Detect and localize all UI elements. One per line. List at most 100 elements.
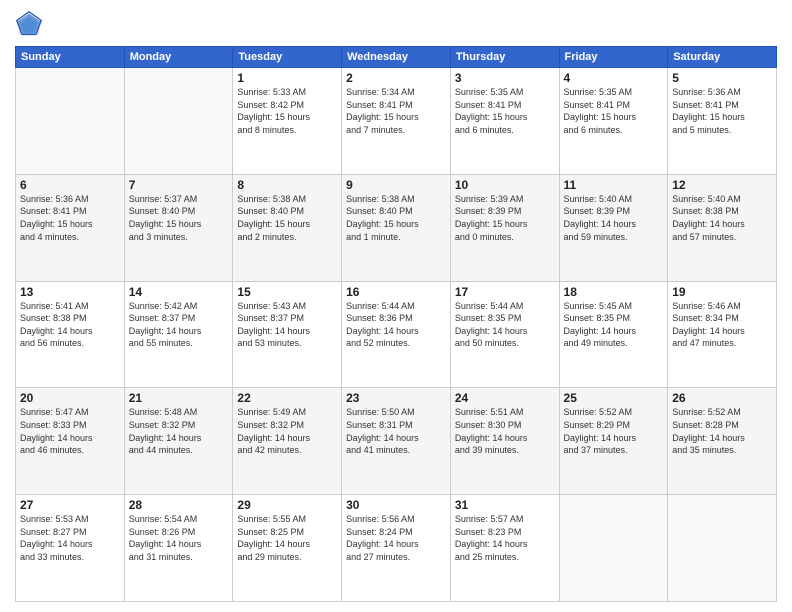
day-number: 25 bbox=[564, 391, 664, 405]
day-info: Sunrise: 5:53 AM Sunset: 8:27 PM Dayligh… bbox=[20, 513, 120, 563]
day-info: Sunrise: 5:45 AM Sunset: 8:35 PM Dayligh… bbox=[564, 300, 664, 350]
day-number: 7 bbox=[129, 178, 229, 192]
day-number: 1 bbox=[237, 71, 337, 85]
calendar-day-cell: 19Sunrise: 5:46 AM Sunset: 8:34 PM Dayli… bbox=[668, 281, 777, 388]
day-number: 15 bbox=[237, 285, 337, 299]
day-number: 11 bbox=[564, 178, 664, 192]
day-number: 10 bbox=[455, 178, 555, 192]
calendar-day-cell: 31Sunrise: 5:57 AM Sunset: 8:23 PM Dayli… bbox=[450, 495, 559, 602]
calendar-day-cell: 14Sunrise: 5:42 AM Sunset: 8:37 PM Dayli… bbox=[124, 281, 233, 388]
calendar-day-cell: 11Sunrise: 5:40 AM Sunset: 8:39 PM Dayli… bbox=[559, 174, 668, 281]
weekday-header-friday: Friday bbox=[559, 47, 668, 68]
day-info: Sunrise: 5:52 AM Sunset: 8:28 PM Dayligh… bbox=[672, 406, 772, 456]
day-number: 6 bbox=[20, 178, 120, 192]
weekday-header-saturday: Saturday bbox=[668, 47, 777, 68]
day-number: 13 bbox=[20, 285, 120, 299]
weekday-header-sunday: Sunday bbox=[16, 47, 125, 68]
day-info: Sunrise: 5:34 AM Sunset: 8:41 PM Dayligh… bbox=[346, 86, 446, 136]
day-number: 19 bbox=[672, 285, 772, 299]
day-info: Sunrise: 5:54 AM Sunset: 8:26 PM Dayligh… bbox=[129, 513, 229, 563]
calendar-week-row: 1Sunrise: 5:33 AM Sunset: 8:42 PM Daylig… bbox=[16, 68, 777, 175]
calendar-day-cell: 16Sunrise: 5:44 AM Sunset: 8:36 PM Dayli… bbox=[342, 281, 451, 388]
calendar-day-cell: 3Sunrise: 5:35 AM Sunset: 8:41 PM Daylig… bbox=[450, 68, 559, 175]
calendar-day-cell: 9Sunrise: 5:38 AM Sunset: 8:40 PM Daylig… bbox=[342, 174, 451, 281]
calendar-day-cell bbox=[16, 68, 125, 175]
calendar-day-cell: 12Sunrise: 5:40 AM Sunset: 8:38 PM Dayli… bbox=[668, 174, 777, 281]
day-info: Sunrise: 5:40 AM Sunset: 8:39 PM Dayligh… bbox=[564, 193, 664, 243]
day-number: 2 bbox=[346, 71, 446, 85]
day-number: 4 bbox=[564, 71, 664, 85]
calendar-day-cell: 27Sunrise: 5:53 AM Sunset: 8:27 PM Dayli… bbox=[16, 495, 125, 602]
calendar-day-cell bbox=[124, 68, 233, 175]
day-number: 24 bbox=[455, 391, 555, 405]
weekday-header-wednesday: Wednesday bbox=[342, 47, 451, 68]
day-info: Sunrise: 5:51 AM Sunset: 8:30 PM Dayligh… bbox=[455, 406, 555, 456]
day-info: Sunrise: 5:35 AM Sunset: 8:41 PM Dayligh… bbox=[455, 86, 555, 136]
day-number: 28 bbox=[129, 498, 229, 512]
calendar-day-cell: 21Sunrise: 5:48 AM Sunset: 8:32 PM Dayli… bbox=[124, 388, 233, 495]
weekday-header-thursday: Thursday bbox=[450, 47, 559, 68]
day-number: 31 bbox=[455, 498, 555, 512]
day-info: Sunrise: 5:35 AM Sunset: 8:41 PM Dayligh… bbox=[564, 86, 664, 136]
day-number: 26 bbox=[672, 391, 772, 405]
day-number: 8 bbox=[237, 178, 337, 192]
calendar-day-cell: 20Sunrise: 5:47 AM Sunset: 8:33 PM Dayli… bbox=[16, 388, 125, 495]
calendar-day-cell: 17Sunrise: 5:44 AM Sunset: 8:35 PM Dayli… bbox=[450, 281, 559, 388]
calendar-week-row: 20Sunrise: 5:47 AM Sunset: 8:33 PM Dayli… bbox=[16, 388, 777, 495]
day-number: 29 bbox=[237, 498, 337, 512]
calendar-week-row: 6Sunrise: 5:36 AM Sunset: 8:41 PM Daylig… bbox=[16, 174, 777, 281]
day-info: Sunrise: 5:56 AM Sunset: 8:24 PM Dayligh… bbox=[346, 513, 446, 563]
day-info: Sunrise: 5:47 AM Sunset: 8:33 PM Dayligh… bbox=[20, 406, 120, 456]
day-number: 16 bbox=[346, 285, 446, 299]
day-number: 9 bbox=[346, 178, 446, 192]
day-number: 5 bbox=[672, 71, 772, 85]
header bbox=[15, 10, 777, 38]
day-info: Sunrise: 5:39 AM Sunset: 8:39 PM Dayligh… bbox=[455, 193, 555, 243]
day-info: Sunrise: 5:36 AM Sunset: 8:41 PM Dayligh… bbox=[20, 193, 120, 243]
day-number: 21 bbox=[129, 391, 229, 405]
calendar-day-cell: 25Sunrise: 5:52 AM Sunset: 8:29 PM Dayli… bbox=[559, 388, 668, 495]
calendar-day-cell: 29Sunrise: 5:55 AM Sunset: 8:25 PM Dayli… bbox=[233, 495, 342, 602]
calendar-day-cell: 4Sunrise: 5:35 AM Sunset: 8:41 PM Daylig… bbox=[559, 68, 668, 175]
day-info: Sunrise: 5:33 AM Sunset: 8:42 PM Dayligh… bbox=[237, 86, 337, 136]
calendar-week-row: 13Sunrise: 5:41 AM Sunset: 8:38 PM Dayli… bbox=[16, 281, 777, 388]
day-info: Sunrise: 5:46 AM Sunset: 8:34 PM Dayligh… bbox=[672, 300, 772, 350]
day-number: 20 bbox=[20, 391, 120, 405]
calendar-day-cell: 5Sunrise: 5:36 AM Sunset: 8:41 PM Daylig… bbox=[668, 68, 777, 175]
weekday-header-tuesday: Tuesday bbox=[233, 47, 342, 68]
weekday-header-row: SundayMondayTuesdayWednesdayThursdayFrid… bbox=[16, 47, 777, 68]
day-info: Sunrise: 5:57 AM Sunset: 8:23 PM Dayligh… bbox=[455, 513, 555, 563]
calendar-day-cell: 6Sunrise: 5:36 AM Sunset: 8:41 PM Daylig… bbox=[16, 174, 125, 281]
calendar-day-cell: 22Sunrise: 5:49 AM Sunset: 8:32 PM Dayli… bbox=[233, 388, 342, 495]
day-info: Sunrise: 5:40 AM Sunset: 8:38 PM Dayligh… bbox=[672, 193, 772, 243]
calendar-day-cell: 30Sunrise: 5:56 AM Sunset: 8:24 PM Dayli… bbox=[342, 495, 451, 602]
day-info: Sunrise: 5:55 AM Sunset: 8:25 PM Dayligh… bbox=[237, 513, 337, 563]
day-number: 3 bbox=[455, 71, 555, 85]
calendar-day-cell: 7Sunrise: 5:37 AM Sunset: 8:40 PM Daylig… bbox=[124, 174, 233, 281]
day-info: Sunrise: 5:44 AM Sunset: 8:35 PM Dayligh… bbox=[455, 300, 555, 350]
weekday-header-monday: Monday bbox=[124, 47, 233, 68]
calendar-day-cell: 15Sunrise: 5:43 AM Sunset: 8:37 PM Dayli… bbox=[233, 281, 342, 388]
calendar-day-cell: 18Sunrise: 5:45 AM Sunset: 8:35 PM Dayli… bbox=[559, 281, 668, 388]
day-number: 27 bbox=[20, 498, 120, 512]
day-number: 22 bbox=[237, 391, 337, 405]
day-info: Sunrise: 5:52 AM Sunset: 8:29 PM Dayligh… bbox=[564, 406, 664, 456]
day-info: Sunrise: 5:41 AM Sunset: 8:38 PM Dayligh… bbox=[20, 300, 120, 350]
calendar-week-row: 27Sunrise: 5:53 AM Sunset: 8:27 PM Dayli… bbox=[16, 495, 777, 602]
calendar-day-cell: 23Sunrise: 5:50 AM Sunset: 8:31 PM Dayli… bbox=[342, 388, 451, 495]
day-info: Sunrise: 5:38 AM Sunset: 8:40 PM Dayligh… bbox=[346, 193, 446, 243]
day-number: 30 bbox=[346, 498, 446, 512]
calendar-day-cell: 8Sunrise: 5:38 AM Sunset: 8:40 PM Daylig… bbox=[233, 174, 342, 281]
calendar-day-cell bbox=[559, 495, 668, 602]
day-info: Sunrise: 5:50 AM Sunset: 8:31 PM Dayligh… bbox=[346, 406, 446, 456]
logo-icon bbox=[15, 10, 43, 38]
page: SundayMondayTuesdayWednesdayThursdayFrid… bbox=[0, 0, 792, 612]
calendar-day-cell: 2Sunrise: 5:34 AM Sunset: 8:41 PM Daylig… bbox=[342, 68, 451, 175]
calendar-day-cell: 1Sunrise: 5:33 AM Sunset: 8:42 PM Daylig… bbox=[233, 68, 342, 175]
calendar: SundayMondayTuesdayWednesdayThursdayFrid… bbox=[15, 46, 777, 602]
logo bbox=[15, 10, 47, 38]
calendar-day-cell: 13Sunrise: 5:41 AM Sunset: 8:38 PM Dayli… bbox=[16, 281, 125, 388]
day-info: Sunrise: 5:38 AM Sunset: 8:40 PM Dayligh… bbox=[237, 193, 337, 243]
day-number: 14 bbox=[129, 285, 229, 299]
calendar-day-cell: 24Sunrise: 5:51 AM Sunset: 8:30 PM Dayli… bbox=[450, 388, 559, 495]
